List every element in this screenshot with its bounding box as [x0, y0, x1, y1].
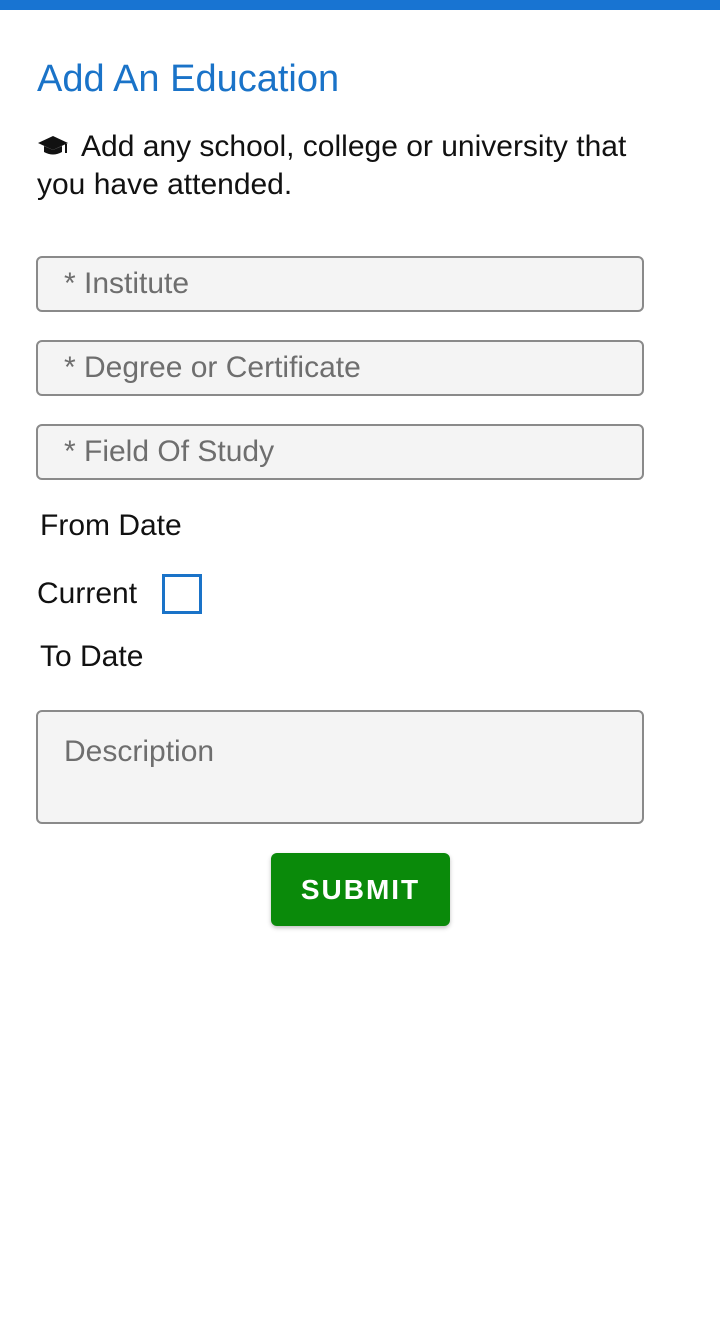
- graduation-cap-icon: [37, 130, 69, 155]
- submit-button[interactable]: SUBMIT: [271, 853, 450, 926]
- current-label: Current: [37, 577, 138, 610]
- institute-input[interactable]: [36, 256, 644, 312]
- intro-text-block: Add any school, college or university th…: [37, 128, 677, 204]
- from-date-label[interactable]: From Date: [40, 508, 182, 544]
- description-textarea[interactable]: [36, 710, 644, 824]
- top-accent-bar: [0, 0, 720, 10]
- degree-input[interactable]: [36, 340, 644, 396]
- intro-text: Add any school, college or university th…: [37, 130, 627, 201]
- to-date-label[interactable]: To Date: [40, 639, 143, 675]
- current-checkbox[interactable]: [162, 574, 202, 614]
- page-title: Add An Education: [37, 58, 340, 100]
- field-of-study-input[interactable]: [36, 424, 644, 480]
